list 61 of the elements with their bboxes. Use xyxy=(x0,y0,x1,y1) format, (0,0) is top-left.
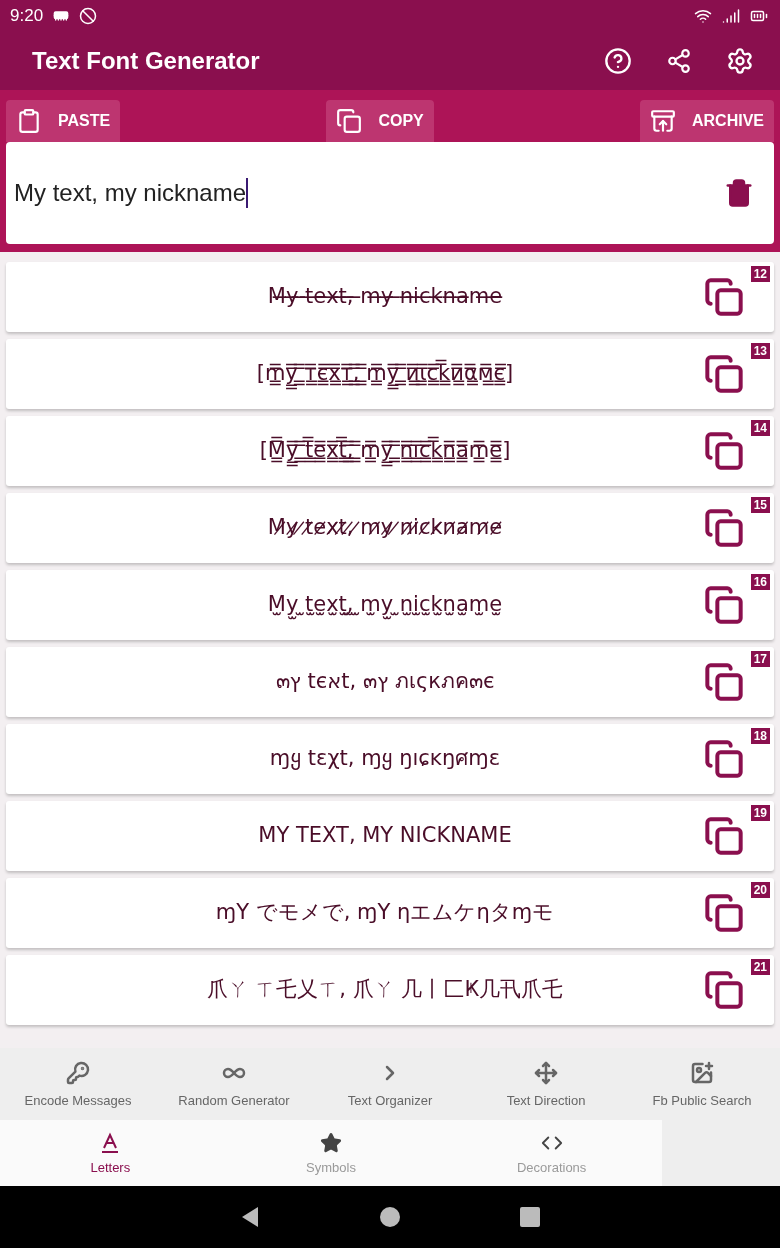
copy-button[interactable] xyxy=(704,277,744,317)
archive-icon xyxy=(649,108,676,134)
blocked-icon xyxy=(79,7,98,25)
styled-text: MY TEXT, MY NICKNAME xyxy=(257,822,513,850)
number-badge: 12 xyxy=(750,266,770,282)
tool-button[interactable]: Encode Messages xyxy=(0,1048,156,1120)
delete-button[interactable] xyxy=(724,178,754,208)
styled-text: ๓ץ tєאt, ๓ץ ภเςкภค๓є xyxy=(274,668,496,696)
tool-button[interactable]: Random Generator xyxy=(156,1048,312,1120)
copy-button[interactable] xyxy=(704,354,744,394)
bottom-tab[interactable]: Letters xyxy=(0,1120,221,1186)
arrows-icon xyxy=(534,1060,558,1085)
share-button[interactable] xyxy=(666,48,692,74)
number-badge: 20 xyxy=(750,882,770,898)
bottom-tab[interactable]: Decorations xyxy=(441,1120,662,1186)
styled-text: M̷y̷ ̷t̷e̷x̷t̷,̷ ̷m̷y̷ ̷n̷i̷c̷k̷n̷a̷m̷e̷ xyxy=(266,514,504,542)
settings-button[interactable] xyxy=(726,47,754,75)
styled-text: M̶y̶ ̶t̶e̶x̶t̶,̶ ̶m̶y̶ ̶n̶i̶c̶k̶n̶a̶m̶e̶ xyxy=(266,283,504,311)
number-badge: 16 xyxy=(750,574,770,590)
tool-button[interactable]: Fb Public Search xyxy=(624,1048,780,1120)
copy-button[interactable] xyxy=(704,816,744,856)
key-icon xyxy=(66,1060,90,1085)
number-badge: 19 xyxy=(750,805,770,821)
copy-button[interactable] xyxy=(704,893,744,933)
styled-text: ɱΥ でモメで, ɱΥ ηエムケηタɱモ xyxy=(214,899,556,927)
number-badge: 13 xyxy=(750,343,770,359)
text-input-field[interactable]: My text, my nickname xyxy=(6,142,774,244)
clipboard-icon xyxy=(16,108,42,134)
number-badge: 17 xyxy=(750,651,770,667)
status-time: 9:20 xyxy=(10,6,44,26)
wifi-icon xyxy=(694,7,712,25)
app-title: Text Font Generator xyxy=(32,47,261,75)
copy-icon xyxy=(336,108,363,134)
archive-button[interactable]: ARCHIVE xyxy=(639,100,774,142)
number-badge: 18 xyxy=(750,728,770,744)
styled-text: [m̳̿y̳̿ ̳̿т̳̿є̳̿х̳̿т̳̿,̳̿ ̳̿m̳̿y̳̿ ̳̿и̳̿ι̳̿c̳̿k̳̿и̳̿α̳̿м̳̿є̳̿] xyxy=(252,354,518,394)
sd-card-icon xyxy=(53,8,70,24)
home-icon[interactable] xyxy=(380,1207,400,1227)
copy-button[interactable]: COPY xyxy=(326,100,434,142)
tool-button[interactable]: Text Organizer xyxy=(312,1048,468,1120)
image-search-icon xyxy=(690,1060,714,1085)
back-icon[interactable] xyxy=(240,1206,260,1228)
styled-text: M̫y̫ ̫t̫e̫x̫t̫,̫ ̫m̫y̫ ̫n̫i̫c̫k̫n̫a̫m̫e̫ xyxy=(263,585,507,625)
paste-button[interactable]: PASTE xyxy=(6,100,121,142)
help-button[interactable] xyxy=(604,47,632,75)
copy-button[interactable] xyxy=(704,662,744,702)
copy-button[interactable] xyxy=(704,431,744,471)
copy-button[interactable] xyxy=(704,508,744,548)
copy-button[interactable] xyxy=(704,739,744,779)
number-badge: 14 xyxy=(750,420,770,436)
number-badge: 21 xyxy=(750,959,770,975)
styled-text: 爪ㄚ ㄒ乇乂ㄒ, 爪ㄚ 几丨匚Ҝ几卂爪乇 xyxy=(205,976,565,1004)
styled-text: ɱყ tɛχt, ɱყ ŋıɕĸŋศɱɛ xyxy=(268,745,502,773)
number-badge: 15 xyxy=(750,497,770,513)
star-icon xyxy=(320,1131,342,1154)
bottom-tab[interactable]: Symbols xyxy=(220,1120,442,1186)
styled-text: [M̳̿y̳̿ ̳̿t̳̿e̳̿x̳̿t̳̿,̳̿ ̳̿m̳̿y̳̿ ̳̿n̳̿i̳̿c̳̿k̳̿n̳̿a̳̿m̳̿e̳̿] xyxy=(255,431,515,471)
copy-button[interactable] xyxy=(704,970,744,1010)
signal-icon xyxy=(722,7,740,25)
tool-button[interactable]: Text Direction xyxy=(468,1048,624,1120)
copy-button[interactable] xyxy=(704,585,744,625)
